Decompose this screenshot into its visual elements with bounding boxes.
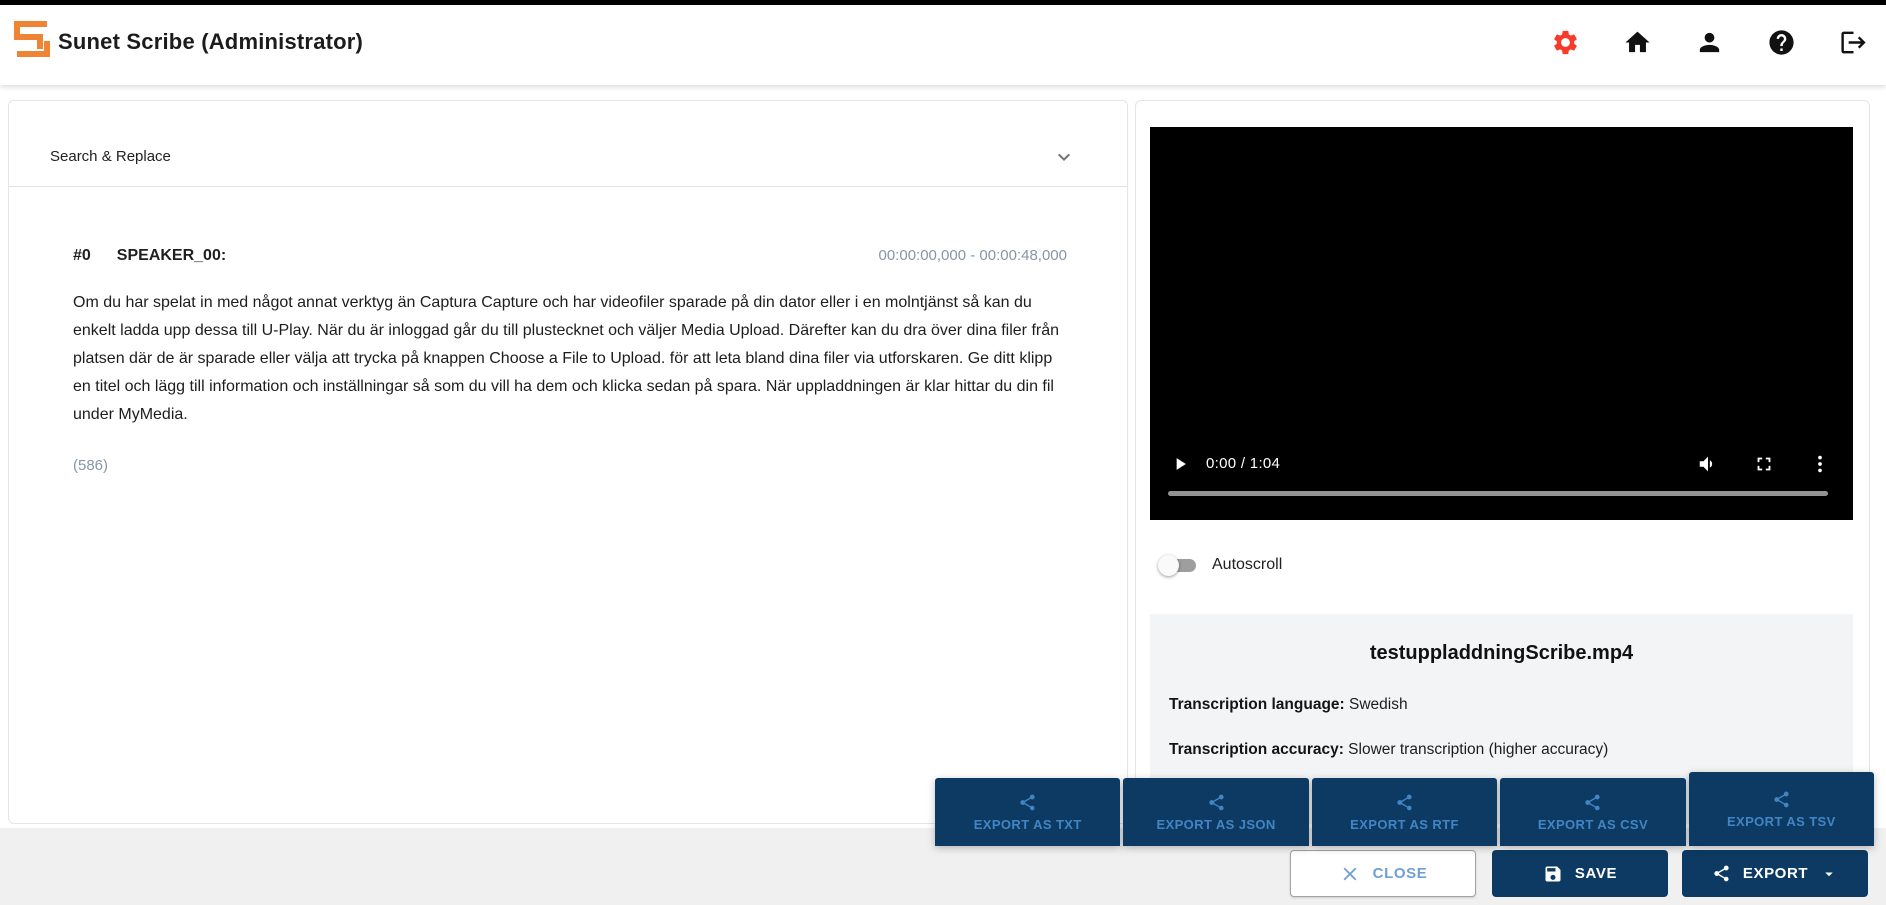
volume-icon[interactable] bbox=[1697, 453, 1719, 475]
media-filename: testuppladdningScribe.mp4 bbox=[1150, 642, 1853, 665]
close-button[interactable]: CLOSE bbox=[1290, 850, 1476, 897]
close-x-icon bbox=[1339, 863, 1361, 885]
export-as-json-label: EXPORT AS JSON bbox=[1156, 817, 1275, 832]
fullscreen-icon[interactable] bbox=[1753, 453, 1775, 475]
segment-char-count: (586) bbox=[73, 457, 108, 474]
autoscroll-label: Autoscroll bbox=[1212, 556, 1282, 574]
search-replace-accordion[interactable]: Search & Replace bbox=[9, 101, 1127, 187]
export-as-rtf-button[interactable]: EXPORT AS RTF bbox=[1312, 778, 1497, 846]
segment-number: #0 bbox=[73, 247, 91, 265]
autoscroll-row: Autoscroll bbox=[1158, 545, 1282, 585]
share-icon bbox=[1018, 793, 1037, 812]
profile-person-icon[interactable] bbox=[1694, 27, 1724, 57]
video-controls-right bbox=[1697, 453, 1831, 475]
export-as-json-button[interactable]: EXPORT AS JSON bbox=[1123, 778, 1308, 846]
media-panel: 0:00 / 1:04 Autoscroll testuppladdningSc… bbox=[1135, 100, 1870, 824]
save-floppy-icon bbox=[1543, 864, 1563, 884]
sunet-scribe-logo-icon bbox=[14, 20, 50, 58]
help-question-icon[interactable] bbox=[1766, 27, 1796, 57]
video-controls: 0:00 / 1:04 bbox=[1150, 450, 1853, 480]
video-player[interactable]: 0:00 / 1:04 bbox=[1150, 127, 1853, 520]
segment-text[interactable]: Om du har spelat in med något annat verk… bbox=[73, 289, 1061, 429]
export-as-txt-label: EXPORT AS TXT bbox=[974, 817, 1082, 832]
share-icon bbox=[1583, 793, 1602, 812]
export-as-txt-button[interactable]: EXPORT AS TXT bbox=[935, 778, 1120, 846]
chevron-down-icon[interactable] bbox=[1052, 145, 1076, 169]
save-button-label: SAVE bbox=[1575, 865, 1617, 882]
home-icon[interactable] bbox=[1622, 27, 1652, 57]
save-button[interactable]: SAVE bbox=[1492, 850, 1668, 897]
export-as-csv-label: EXPORT AS CSV bbox=[1538, 817, 1648, 832]
header-icon-bar bbox=[1550, 27, 1868, 57]
search-replace-title: Search & Replace bbox=[50, 148, 171, 165]
export-button-label: EXPORT bbox=[1743, 865, 1808, 882]
app-header: Sunet Scribe (Administrator) bbox=[0, 5, 1886, 85]
autoscroll-toggle[interactable] bbox=[1158, 553, 1198, 577]
caret-down-icon bbox=[1820, 865, 1838, 883]
top-black-strip bbox=[0, 0, 1886, 5]
language-value: Swedish bbox=[1345, 696, 1408, 713]
share-icon bbox=[1772, 790, 1791, 809]
logout-icon[interactable] bbox=[1838, 27, 1868, 57]
segment-timecode: 00:00:00,000 - 00:00:48,000 bbox=[879, 247, 1068, 264]
video-time: 0:00 / 1:04 bbox=[1206, 455, 1280, 472]
settings-gear-icon[interactable] bbox=[1550, 27, 1580, 57]
accuracy-value: Slower transcription (higher accuracy) bbox=[1344, 741, 1608, 758]
share-icon bbox=[1712, 864, 1731, 883]
export-as-csv-button[interactable]: EXPORT AS CSV bbox=[1500, 778, 1685, 846]
export-menu-popup: EXPORT AS TXT EXPORT AS JSON EXPORT AS R… bbox=[935, 772, 1874, 846]
export-as-rtf-label: EXPORT AS RTF bbox=[1350, 817, 1459, 832]
accuracy-label: Transcription accuracy: bbox=[1169, 741, 1344, 758]
transcription-language-row: Transcription language: Swedish bbox=[1169, 696, 1408, 714]
play-icon[interactable] bbox=[1170, 454, 1190, 474]
close-button-label: CLOSE bbox=[1373, 865, 1428, 882]
transcript-panel: Search & Replace #0 SPEAKER_00: 00:00:00… bbox=[8, 100, 1128, 824]
export-as-tsv-label: EXPORT AS TSV bbox=[1727, 814, 1836, 829]
toggle-thumb bbox=[1158, 555, 1179, 576]
export-as-tsv-button[interactable]: EXPORT AS TSV bbox=[1689, 772, 1874, 846]
language-label: Transcription language: bbox=[1169, 696, 1345, 713]
share-icon bbox=[1395, 793, 1414, 812]
segment-speaker[interactable]: SPEAKER_00: bbox=[117, 247, 226, 265]
more-options-icon[interactable] bbox=[1809, 453, 1831, 475]
video-progress-bar[interactable] bbox=[1168, 491, 1828, 496]
segment-header: #0 SPEAKER_00: 00:00:00,000 - 00:00:48,0… bbox=[73, 247, 1067, 265]
export-button[interactable]: EXPORT bbox=[1682, 850, 1868, 897]
share-icon bbox=[1207, 793, 1226, 812]
page-title: Sunet Scribe (Administrator) bbox=[58, 29, 363, 55]
transcription-accuracy-row: Transcription accuracy: Slower transcrip… bbox=[1169, 741, 1608, 759]
